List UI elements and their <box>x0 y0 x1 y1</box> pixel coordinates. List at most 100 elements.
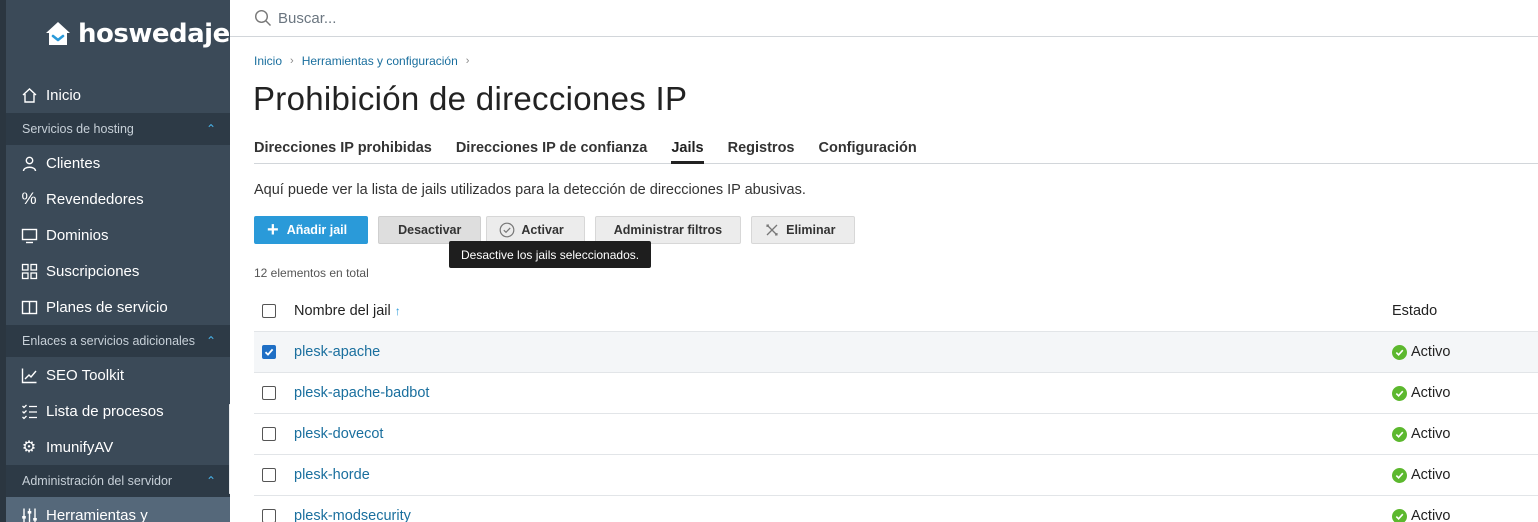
sidebar-section-administracion[interactable]: Administración del servidor ⌃ <box>6 465 230 497</box>
search-input[interactable] <box>278 9 878 27</box>
check-circle-icon <box>1392 385 1407 401</box>
breadcrumb-link-herramientas[interactable]: Herramientas y configuración <box>302 54 458 68</box>
home-icon <box>20 86 38 104</box>
check-circle-icon <box>499 222 515 238</box>
toolbar: + Añadir jail Desactivar Activar Adminis… <box>254 216 860 244</box>
sidebar-item-label: Suscripciones <box>46 262 140 280</box>
sidebar-item-dominios[interactable]: Dominios <box>6 217 230 253</box>
sidebar-item-label: Lista de procesos <box>46 402 164 420</box>
row-checkbox[interactable] <box>262 386 276 400</box>
sidebar-nav: Inicio Servicios de hosting ⌃ Clientes %… <box>6 77 230 522</box>
check-circle-icon <box>1392 344 1407 360</box>
tab-ip-confianza[interactable]: Direcciones IP de confianza <box>456 135 648 164</box>
check-circle-icon <box>1392 426 1407 442</box>
chart-growth-icon <box>20 366 38 384</box>
checkmark-icon <box>264 348 274 356</box>
page-title: Prohibición de direcciones IP <box>253 80 688 117</box>
tab-jails[interactable]: Jails <box>671 135 704 164</box>
sidebar-section-hosting[interactable]: Servicios de hosting ⌃ <box>6 113 230 145</box>
percent-icon: % <box>21 189 37 208</box>
table-row[interactable]: plesk-apache-badbot Activo <box>254 373 1538 414</box>
row-checkbox[interactable] <box>262 427 276 441</box>
select-all-checkbox[interactable] <box>262 304 276 318</box>
search-icon <box>254 9 271 26</box>
tooltip: Desactive los jails seleccionados. <box>449 241 652 268</box>
status-label: Activo <box>1411 508 1451 522</box>
jail-name-link[interactable]: plesk-horde <box>294 467 1374 483</box>
deactivate-label: Desactivar <box>398 223 462 237</box>
plus-icon: + <box>267 219 279 241</box>
row-checkbox[interactable] <box>262 468 276 482</box>
sidebar-item-revendedores[interactable]: % Revendedores <box>6 181 230 217</box>
row-checkbox[interactable] <box>262 509 276 522</box>
sidebar-item-imunifyav[interactable]: ⚙ ImunifyAV <box>6 429 230 465</box>
jail-name-link[interactable]: plesk-apache-badbot <box>294 385 1374 401</box>
sidebar-item-label: Revendedores <box>46 190 144 208</box>
close-icon <box>766 224 778 236</box>
sidebar-item-clientes[interactable]: Clientes <box>6 145 230 181</box>
table-row[interactable]: plesk-apache Activo <box>254 332 1538 373</box>
main-content: Inicio › Herramientas y configuración › … <box>230 37 1538 522</box>
sidebar-section-enlaces[interactable]: Enlaces a servicios adicionales ⌃ <box>6 325 230 357</box>
topbar <box>230 0 1538 37</box>
gear-icon: ⚙ <box>21 439 37 456</box>
status-label: Activo <box>1411 385 1451 401</box>
status-badge: Activo <box>1392 344 1451 360</box>
chevron-up-icon: ⌃ <box>205 334 216 348</box>
check-circle-icon <box>1392 467 1407 483</box>
add-jail-button[interactable]: + Añadir jail <box>254 216 369 244</box>
table-row[interactable]: plesk-horde Activo <box>254 455 1538 496</box>
table-row[interactable]: plesk-dovecot Activo <box>254 414 1538 455</box>
activate-label: Activar <box>521 223 564 237</box>
sidebar-item-label: SEO Toolkit <box>46 366 125 384</box>
sidebar-item-herramientas[interactable]: Herramientas y <box>6 497 230 522</box>
chevron-up-icon: ⌃ <box>205 474 216 488</box>
sidebar-section-label: Enlaces a servicios adicionales <box>22 334 196 348</box>
sidebar-item-suscripciones[interactable]: Suscripciones <box>6 253 230 289</box>
monitor-icon <box>20 226 38 244</box>
check-circle-icon <box>1392 508 1407 522</box>
jail-name-link[interactable]: plesk-modsecurity <box>294 508 1374 522</box>
sidebar-item-label: Clientes <box>46 154 101 172</box>
column-header-status: Estado <box>1392 303 1438 319</box>
sort-ascending-icon: ↑ <box>394 304 401 318</box>
sidebar-item-seo-toolkit[interactable]: SEO Toolkit <box>6 357 230 393</box>
sidebar-item-label: Planes de servicio <box>46 298 168 316</box>
status-label: Activo <box>1411 467 1451 483</box>
tab-registros[interactable]: Registros <box>728 135 795 164</box>
sliders-icon <box>20 506 38 522</box>
status-badge: Activo <box>1392 426 1451 442</box>
jails-table: Nombre del jail ↑ Estado plesk-apache Act… <box>254 291 1538 522</box>
add-jail-label: Añadir jail <box>286 223 348 237</box>
sidebar-section-label: Administración del servidor <box>22 474 173 488</box>
table-header-row: Nombre del jail ↑ Estado <box>254 291 1538 332</box>
manage-filters-button[interactable]: Administrar filtros <box>594 216 742 244</box>
user-icon <box>20 154 38 172</box>
sidebar-item-procesos[interactable]: Lista de procesos <box>6 393 230 429</box>
status-label: Activo <box>1411 344 1451 360</box>
chevron-up-icon: ⌃ <box>205 122 216 136</box>
grid-icon <box>20 262 38 280</box>
column-header-name[interactable]: Nombre del jail ↑ <box>294 303 1374 319</box>
jail-name-link[interactable]: plesk-apache <box>294 344 1374 360</box>
table-row[interactable]: plesk-modsecurity Activo <box>254 496 1538 522</box>
deactivate-button[interactable]: Desactivar <box>378 216 482 244</box>
activate-button[interactable]: Activar <box>486 216 585 244</box>
tab-ip-prohibidas[interactable]: Direcciones IP prohibidas <box>254 135 432 164</box>
brand-name: hoswedaje <box>78 19 230 49</box>
tab-bar: Direcciones IP prohibidas Direcciones IP… <box>254 135 1538 164</box>
status-badge: Activo <box>1392 508 1451 522</box>
brand-logo[interactable]: hoswedaje <box>6 0 230 68</box>
breadcrumb-link-inicio[interactable]: Inicio <box>254 54 282 68</box>
delete-button[interactable]: Eliminar <box>751 216 856 244</box>
sidebar: hoswedaje Inicio Servicios de hosting ⌃ … <box>0 0 230 522</box>
jail-name-link[interactable]: plesk-dovecot <box>294 426 1374 442</box>
status-label: Activo <box>1411 426 1451 442</box>
sidebar-item-planes[interactable]: Planes de servicio <box>6 289 230 325</box>
tab-configuracion[interactable]: Configuración <box>819 135 917 164</box>
status-badge: Activo <box>1392 467 1451 483</box>
row-checkbox[interactable] <box>262 345 276 359</box>
manage-filters-label: Administrar filtros <box>613 223 723 237</box>
delete-label: Eliminar <box>786 223 836 237</box>
sidebar-item-inicio[interactable]: Inicio <box>6 77 230 113</box>
